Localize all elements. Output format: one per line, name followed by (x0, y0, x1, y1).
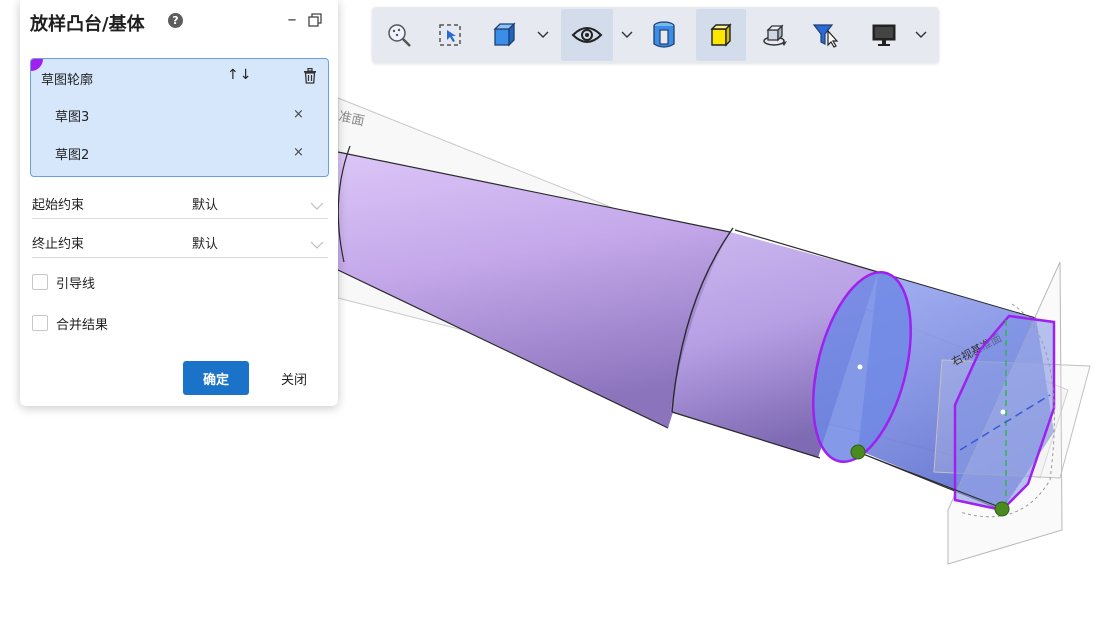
section-view-icon[interactable] (646, 9, 682, 61)
selection-filter-icon[interactable] (808, 9, 844, 61)
loft-connector-point[interactable] (850, 444, 866, 460)
view-settings-icon[interactable] (866, 9, 902, 61)
merge-result-checkbox[interactable] (32, 315, 48, 331)
merge-result-label: 合并结果 (56, 318, 109, 333)
edit-appearance-icon[interactable] (696, 9, 746, 61)
minimize-icon[interactable]: – (284, 9, 300, 31)
end-constraint-value: 默认 (192, 237, 219, 252)
start-constraint-select[interactable]: 起始约束 默认 (32, 192, 328, 219)
start-constraint-value: 默认 (192, 198, 219, 213)
profile-item-sketch2[interactable]: 草图2 (55, 144, 89, 163)
chevron-down-icon[interactable] (310, 196, 324, 210)
profile-list-header: 草图轮廓 (41, 73, 94, 88)
help-icon[interactable]: ? (168, 13, 183, 28)
restore-window-icon[interactable] (307, 12, 323, 28)
start-constraint-label: 起始约束 (32, 198, 85, 213)
loft-property-panel: 放样凸台/基体 ? – 草图轮廓 ↑↓ 草图3 × 草图2 × 起始约束 默认 … (20, 0, 338, 406)
reorder-arrows-icon[interactable]: ↑↓ (227, 67, 252, 83)
sketch-profile-list[interactable]: 草图轮廓 ↑↓ 草图3 × 草图2 × (30, 58, 329, 177)
zoom-area-icon[interactable] (432, 9, 468, 61)
chevron-down-icon[interactable] (310, 235, 324, 249)
guide-lines-label: 引导线 (56, 277, 96, 292)
ok-button[interactable]: 确定 (183, 361, 249, 395)
guide-lines-checkbox[interactable] (32, 274, 48, 290)
remove-item-icon[interactable]: × (293, 107, 304, 122)
loft-connector-point[interactable] (994, 501, 1010, 517)
panel-title: 放样凸台/基体 (30, 14, 145, 35)
profile-item-sketch3[interactable]: 草图3 (55, 106, 89, 125)
close-button[interactable]: 关闭 (272, 361, 316, 395)
view-orientation-icon[interactable] (486, 9, 522, 61)
end-constraint-select[interactable]: 终止约束 默认 (32, 231, 328, 258)
chevron-down-icon[interactable] (619, 27, 635, 43)
view-toolbar (372, 7, 939, 63)
end-constraint-label: 终止约束 (32, 237, 85, 252)
delete-icon[interactable] (303, 67, 317, 84)
apply-scene-icon[interactable] (757, 9, 793, 61)
zoom-fit-icon[interactable] (382, 9, 416, 61)
remove-item-icon[interactable]: × (293, 145, 304, 160)
display-style-icon[interactable] (561, 9, 613, 61)
chevron-down-icon[interactable] (913, 27, 929, 43)
chevron-down-icon[interactable] (535, 27, 551, 43)
